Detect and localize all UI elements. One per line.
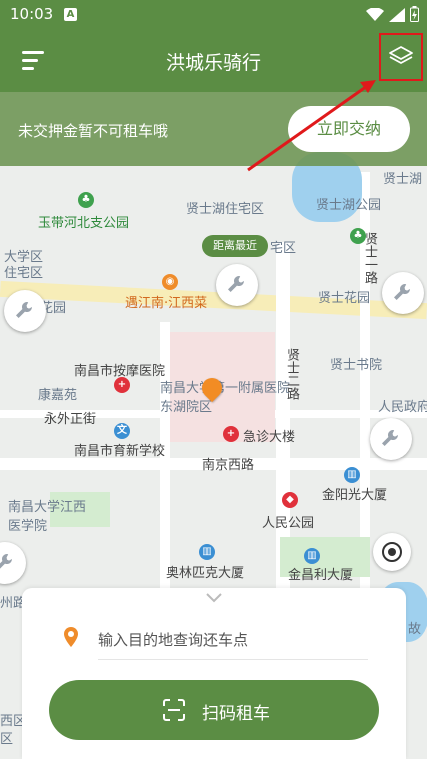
map-label: 贤士湖公园 (316, 198, 382, 213)
map-label: 康嘉苑 (38, 388, 78, 403)
map-label: 金昌利大厦 (288, 568, 354, 583)
scan-to-rent-button[interactable]: 扫码租车 (49, 680, 379, 740)
building-poi-icon: ▥ (304, 548, 320, 564)
map-label: 永外正街 (44, 412, 97, 427)
nearest-tag: 距离最近 (202, 235, 268, 257)
wifi-icon (366, 7, 385, 21)
destination-search-input[interactable] (98, 620, 368, 660)
chevron-down-icon[interactable] (205, 592, 223, 604)
bike-station-marker[interactable] (382, 272, 424, 314)
park-poi-icon: ♣ (350, 228, 366, 244)
map-label: 南昌市按摩医院 (74, 364, 166, 379)
map-label: 南昌大学江西医学院 (8, 500, 87, 534)
location-pin-icon (64, 627, 78, 647)
bike-station-marker[interactable] (370, 418, 412, 460)
wrench-icon (16, 301, 33, 318)
map-label: 人民政府 (378, 400, 427, 415)
map-label: 玉带河北支公园 (38, 216, 130, 231)
map-label: 贤士花园 (318, 291, 371, 306)
map-label: 南昌大学第一附属医院东湖院区 (160, 381, 291, 415)
bike-station-marker[interactable] (4, 290, 46, 332)
map-label: 金阳光大厦 (322, 488, 388, 503)
app-bar: 洪城乐骑行 (0, 30, 427, 92)
wrench-icon (0, 553, 13, 569)
school-poi-icon: 文 (114, 423, 130, 439)
bike-station-marker[interactable] (216, 264, 258, 306)
signal-icon (389, 8, 406, 22)
status-bar: 10:03 A (0, 0, 427, 30)
map-label: 贤士湖 (383, 172, 423, 187)
restaurant-poi-icon: ◉ (162, 274, 178, 290)
wrench-icon (394, 283, 411, 300)
hospital-poi-icon: + (223, 426, 239, 442)
map-label: 奥林匹克大厦 (166, 566, 245, 581)
wrench-icon (382, 429, 399, 446)
locate-me-button[interactable] (373, 533, 411, 571)
battery-icon (410, 6, 419, 22)
map-label: 贤士书院 (330, 358, 383, 373)
bottom-panel: 扫码租车 (22, 588, 406, 759)
building-poi-icon: ▥ (344, 467, 360, 483)
map-label: 贤士二路 (284, 348, 299, 400)
map-label: 故 (408, 622, 422, 637)
scan-icon (163, 699, 185, 721)
map-label: 南京西路 (202, 458, 255, 473)
scan-button-label: 扫码租车 (202, 704, 270, 724)
bike-station-marker[interactable] (0, 542, 26, 584)
building-poi-icon: ▥ (199, 544, 215, 560)
map-label: 住宅区 (4, 266, 44, 281)
map-label: 遇江南·江西菜 (125, 296, 208, 311)
locate-dot (388, 548, 396, 556)
map-label: 急诊大楼 (243, 430, 296, 445)
destination-row (60, 620, 390, 660)
map-label: 宅区 (270, 241, 297, 256)
map-label: 南昌市育新学校 (74, 444, 166, 459)
notification-icon: A (64, 8, 77, 21)
map-label: 人民公园 (262, 516, 315, 531)
wrench-icon (228, 275, 245, 292)
park-poi-icon: ◆ (282, 492, 298, 508)
deposit-notice-bar: 未交押金暂不可租车哦 立即交纳 (0, 92, 427, 166)
map-layers-button[interactable] (379, 33, 423, 81)
pay-deposit-button[interactable]: 立即交纳 (288, 106, 410, 152)
map-label: 区 (0, 732, 14, 747)
layers-icon (389, 46, 413, 64)
page-title: 洪城乐骑行 (165, 52, 261, 74)
map-label: 贤士湖住宅区 (186, 202, 265, 217)
status-icons (366, 6, 419, 26)
park-poi-icon: ♣ (78, 192, 94, 208)
hospital-poi-icon: + (114, 377, 130, 393)
deposit-notice-text: 未交押金暂不可租车哦 (18, 122, 169, 140)
status-time: 10:03 (10, 5, 54, 23)
